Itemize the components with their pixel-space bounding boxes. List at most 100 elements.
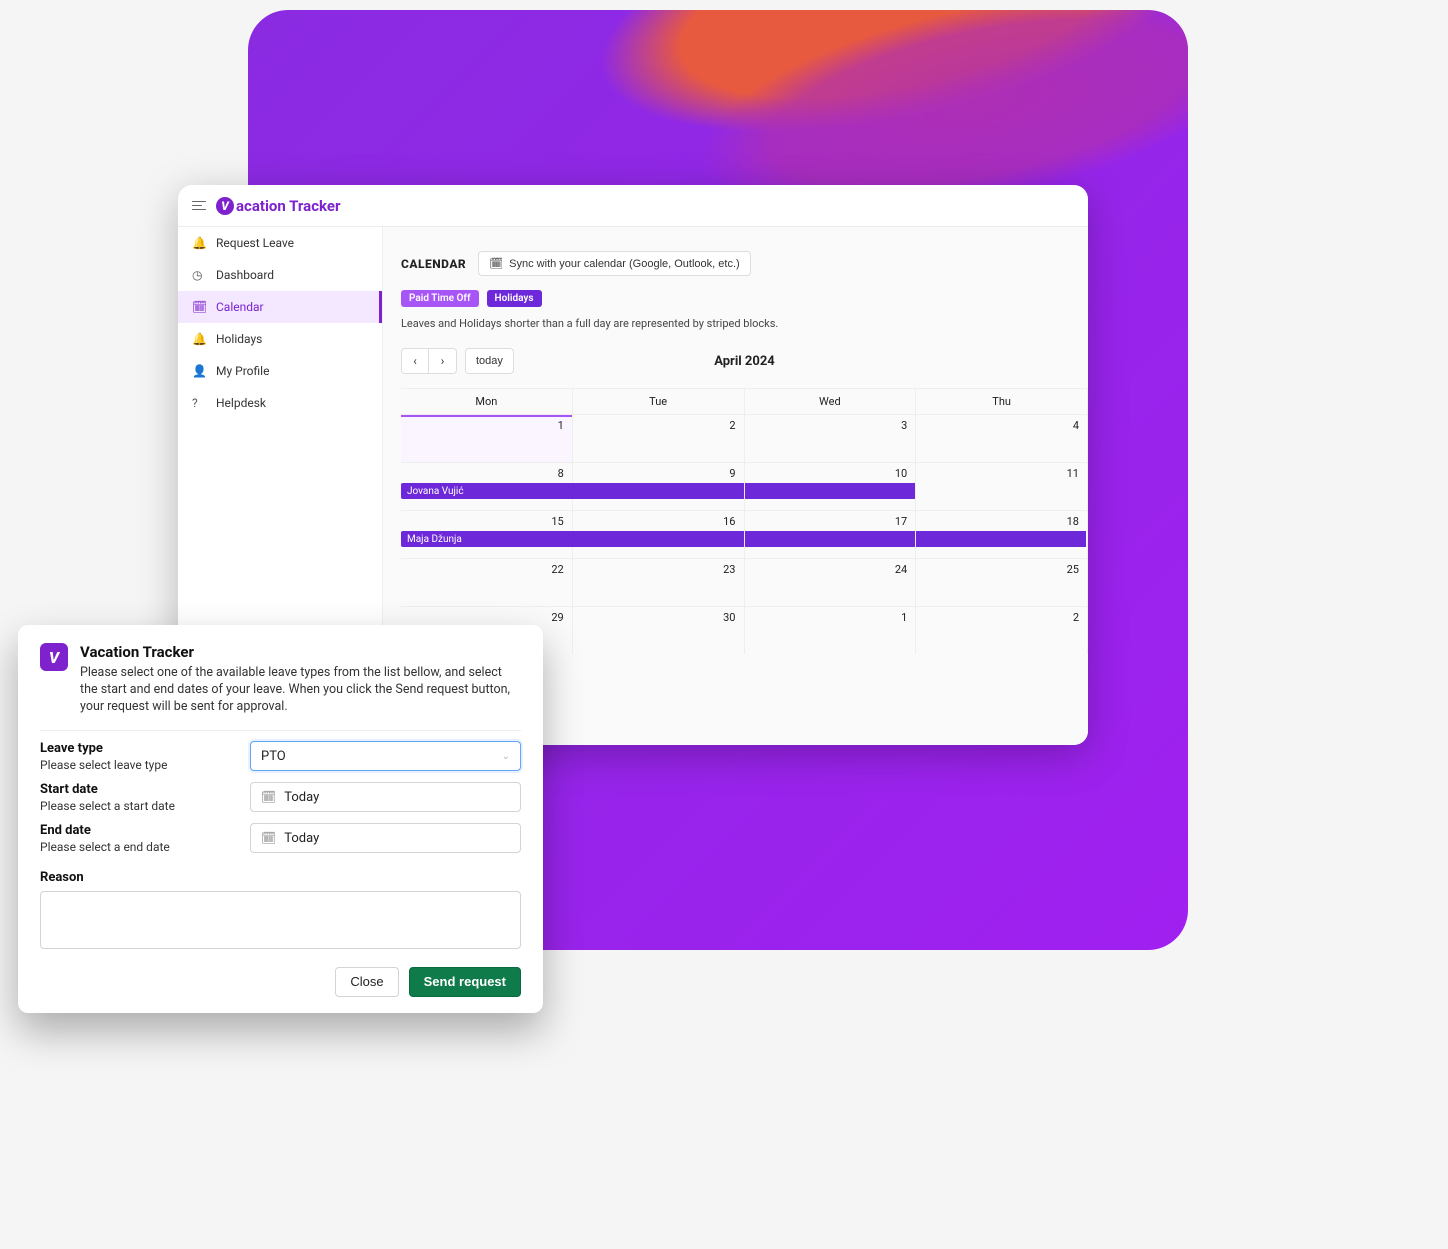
calendar-icon: 🗓 bbox=[261, 831, 276, 845]
modal-form: Leave type Please select leave type PTO … bbox=[40, 741, 521, 854]
bell-icon: 🔔 bbox=[192, 236, 206, 250]
day-number: 16 bbox=[723, 515, 735, 528]
logo-mark-icon: V bbox=[40, 643, 68, 671]
calendar-cell[interactable]: 30 bbox=[573, 607, 745, 654]
day-number: 3 bbox=[901, 419, 907, 432]
app-header: V acation Tracker bbox=[178, 185, 1088, 227]
sync-button-label: Sync with your calendar (Google, Outlook… bbox=[509, 258, 740, 270]
calendar-cell[interactable]: 22 bbox=[401, 559, 573, 606]
calendar-cell[interactable]: 9 bbox=[573, 463, 745, 510]
day-number: 11 bbox=[1067, 467, 1079, 480]
day-header: Tue bbox=[573, 389, 745, 414]
close-button[interactable]: Close bbox=[335, 967, 398, 997]
calendar-sync-icon: 🗓 bbox=[489, 257, 503, 270]
chevron-right-icon: › bbox=[441, 354, 445, 368]
day-number: 29 bbox=[551, 611, 563, 624]
calendar-cell[interactable]: 1 bbox=[745, 607, 917, 654]
calendar-cell[interactable]: 11 bbox=[916, 463, 1088, 510]
sidebar-item-label: Holidays bbox=[216, 332, 262, 346]
end-date-sub: Please select a end date bbox=[40, 840, 240, 854]
calendar-head-row: Mon Tue Wed Thu bbox=[401, 389, 1088, 414]
legend-note: Leaves and Holidays shorter than a full … bbox=[401, 317, 1088, 330]
calendar-icon: 🗓 bbox=[192, 300, 206, 314]
section-header-row: CALENDAR 🗓 Sync with your calendar (Goog… bbox=[401, 251, 1088, 276]
send-request-button[interactable]: Send request bbox=[409, 967, 521, 997]
calendar-row: 1 2 3 4 bbox=[401, 414, 1088, 462]
calendar-cell[interactable]: 24 bbox=[745, 559, 917, 606]
next-month-button[interactable]: › bbox=[429, 348, 457, 374]
calendar-cell[interactable]: 3 bbox=[745, 415, 917, 462]
calendar-cell[interactable]: 16 bbox=[573, 511, 745, 558]
day-number: 22 bbox=[551, 563, 563, 576]
calendar-cell[interactable]: 17 bbox=[745, 511, 917, 558]
sidebar-item-my-profile[interactable]: 👤 My Profile bbox=[178, 355, 382, 387]
calendar-cell[interactable]: 10 bbox=[745, 463, 917, 510]
today-button[interactable]: today bbox=[465, 348, 514, 374]
app-logo: V acation Tracker bbox=[216, 197, 340, 215]
end-date-input[interactable]: 🗓 Today bbox=[250, 823, 521, 853]
calendar-icon: 🗓 bbox=[261, 790, 276, 804]
bell-icon: 🔔 bbox=[192, 332, 206, 346]
section-title: CALENDAR bbox=[401, 257, 466, 271]
sidebar-item-label: Request Leave bbox=[216, 236, 294, 250]
start-date-label: Start date bbox=[40, 782, 240, 797]
chip-pto: Paid Time Off bbox=[401, 290, 479, 307]
sidebar-item-dashboard[interactable]: ◷ Dashboard bbox=[178, 259, 382, 291]
chip-holidays: Holidays bbox=[487, 290, 542, 307]
calendar-cell[interactable]: 1 bbox=[401, 415, 573, 462]
calendar-cell[interactable]: 23 bbox=[573, 559, 745, 606]
day-number: 24 bbox=[895, 563, 907, 576]
chevron-down-icon: ⌄ bbox=[502, 751, 510, 762]
request-leave-modal: V Vacation Tracker Please select one of … bbox=[18, 625, 543, 1013]
logo-mark-icon: V bbox=[216, 197, 234, 215]
day-header: Mon bbox=[401, 389, 573, 414]
sidebar-item-label: Helpdesk bbox=[216, 396, 266, 410]
calendar-cell[interactable]: 2 bbox=[916, 607, 1088, 654]
dashboard-icon: ◷ bbox=[192, 268, 206, 282]
calendar-cell[interactable]: 8 Jovana Vujić bbox=[401, 463, 573, 510]
start-date-sub: Please select a start date bbox=[40, 799, 240, 813]
calendar-cell[interactable]: 18 bbox=[916, 511, 1088, 558]
reason-textarea[interactable] bbox=[40, 891, 521, 949]
sidebar-item-calendar[interactable]: 🗓 Calendar bbox=[178, 291, 382, 323]
calendar-cell[interactable]: 4 bbox=[916, 415, 1088, 462]
end-date-value: Today bbox=[284, 831, 319, 846]
calendar-row: 22 23 24 25 bbox=[401, 558, 1088, 606]
calendar-nav: ‹ › bbox=[401, 348, 457, 374]
modal-title: Vacation Tracker bbox=[80, 643, 521, 661]
chevron-left-icon: ‹ bbox=[413, 354, 417, 368]
sync-calendar-button[interactable]: 🗓 Sync with your calendar (Google, Outlo… bbox=[478, 251, 750, 276]
sidebar-item-helpdesk[interactable]: ? Helpdesk bbox=[178, 387, 382, 419]
leave-type-select[interactable]: PTO ⌄ bbox=[250, 741, 521, 771]
menu-toggle-icon[interactable] bbox=[192, 199, 206, 213]
leave-type-value: PTO bbox=[261, 749, 286, 764]
leave-type-label: Leave type bbox=[40, 741, 240, 756]
legend-chips: Paid Time Off Holidays bbox=[401, 290, 1088, 307]
calendar-row: 15 Maja Džunja 16 17 18 bbox=[401, 510, 1088, 558]
sidebar-item-request-leave[interactable]: 🔔 Request Leave bbox=[178, 227, 382, 259]
calendar-grid: Mon Tue Wed Thu 1 2 3 4 8 Jov bbox=[401, 388, 1088, 654]
sidebar-item-label: My Profile bbox=[216, 364, 269, 378]
reason-label: Reason bbox=[40, 870, 84, 885]
start-date-value: Today bbox=[284, 790, 319, 805]
start-date-input[interactable]: 🗓 Today bbox=[250, 782, 521, 812]
sidebar-item-label: Dashboard bbox=[216, 268, 274, 282]
day-number: 17 bbox=[895, 515, 907, 528]
calendar-cell[interactable]: 15 Maja Džunja bbox=[401, 511, 573, 558]
day-number: 30 bbox=[723, 611, 735, 624]
help-icon: ? bbox=[192, 396, 206, 410]
day-number: 1 bbox=[558, 419, 564, 432]
day-number: 18 bbox=[1067, 515, 1079, 528]
day-number: 2 bbox=[729, 419, 735, 432]
modal-header: V Vacation Tracker Please select one of … bbox=[40, 643, 521, 716]
user-icon: 👤 bbox=[192, 364, 206, 378]
day-number: 10 bbox=[895, 467, 907, 480]
modal-footer: Close Send request bbox=[40, 967, 521, 997]
form-label-group: Leave type Please select leave type bbox=[40, 741, 240, 772]
day-number: 9 bbox=[729, 467, 735, 480]
day-number: 1 bbox=[901, 611, 907, 624]
prev-month-button[interactable]: ‹ bbox=[401, 348, 429, 374]
calendar-cell[interactable]: 2 bbox=[573, 415, 745, 462]
calendar-cell[interactable]: 25 bbox=[916, 559, 1088, 606]
sidebar-item-holidays[interactable]: 🔔 Holidays bbox=[178, 323, 382, 355]
